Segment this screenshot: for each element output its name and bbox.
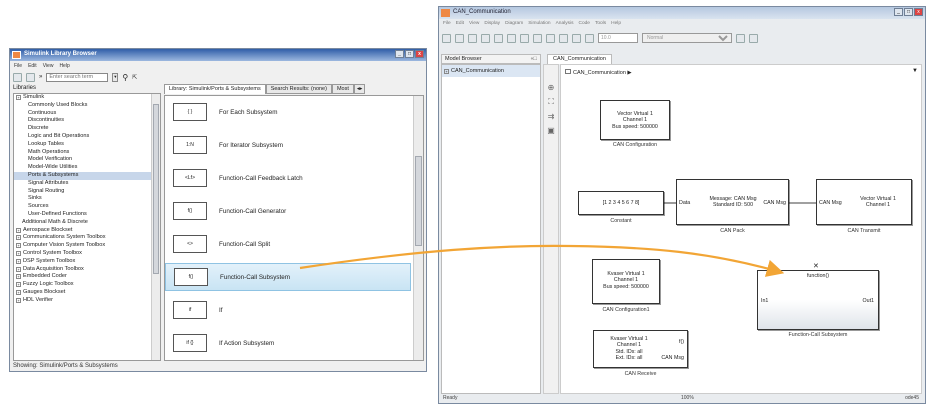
drag-arrow-overlay [299, 202, 816, 277]
drag-arrow-path [299, 244, 785, 277]
